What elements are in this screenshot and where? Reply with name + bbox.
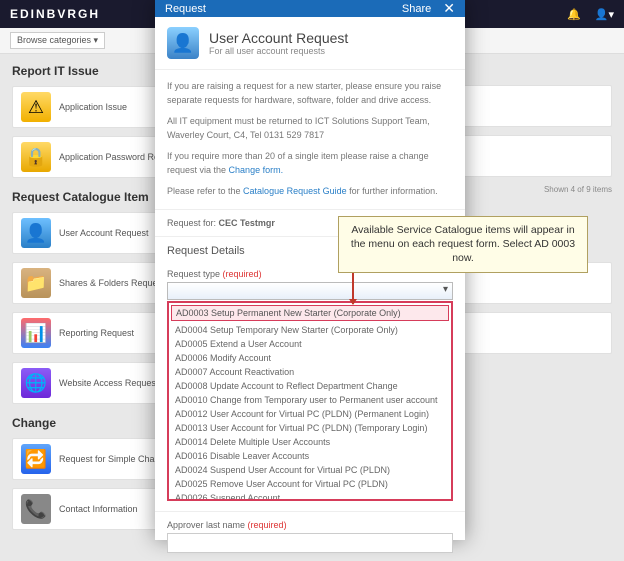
browse-categories-button[interactable]: Browse categories ▾	[10, 32, 105, 49]
share-button[interactable]: Share	[402, 3, 431, 15]
dropdown-option[interactable]: AD0010 Change from Temporary user to Per…	[169, 393, 451, 407]
phone-icon: 📞	[21, 494, 51, 524]
approver-label: Approver last name (required)	[167, 520, 453, 530]
change-form-link[interactable]: Change form.	[229, 165, 284, 175]
logo: EDINBVRGH	[10, 7, 100, 21]
dropdown-option[interactable]: AD0025 Remove User Account for Virtual P…	[169, 477, 451, 491]
globe-icon: 🌐	[21, 368, 51, 398]
user-avatar-icon: 👤	[167, 27, 199, 59]
tutorial-callout: Available Service Catalogue items will a…	[338, 216, 588, 273]
request-type-dropdown[interactable]: AD0003 Setup Permanent New Starter (Corp…	[167, 301, 453, 501]
folder-icon: 📁	[21, 268, 51, 298]
chart-icon: 📊	[21, 318, 51, 348]
user-icon: 👤	[21, 218, 51, 248]
dropdown-option[interactable]: AD0007 Account Reactivation	[169, 365, 451, 379]
modal-subtitle: For all user account requests	[209, 46, 348, 56]
request-type-select[interactable]	[167, 282, 453, 300]
lock-icon: 🔒	[21, 142, 51, 172]
modal-description: If you are raising a request for a new s…	[155, 70, 465, 210]
dropdown-option[interactable]: AD0016 Disable Leaver Accounts	[169, 449, 451, 463]
avatar-icon[interactable]: 👤▾	[595, 8, 614, 21]
bell-icon[interactable]: 🔔	[567, 8, 581, 21]
dropdown-option[interactable]: AD0008 Update Account to Reflect Departm…	[169, 379, 451, 393]
dropdown-option[interactable]: AD0026 Suspend Account	[169, 491, 451, 501]
change-icon: 🔁	[21, 444, 51, 474]
callout-arrow-icon	[352, 272, 354, 304]
warning-icon: ⚠	[21, 92, 51, 122]
approver-input[interactable]	[167, 533, 453, 553]
dropdown-option-ad0003[interactable]: AD0003 Setup Permanent New Starter (Corp…	[171, 305, 449, 321]
close-icon[interactable]: ✕	[443, 0, 455, 17]
dropdown-option[interactable]: AD0024 Suspend User Account for Virtual …	[169, 463, 451, 477]
modal-header: Request Share ✕	[155, 0, 465, 17]
modal-title: User Account Request	[209, 30, 348, 46]
dropdown-option[interactable]: AD0012 User Account for Virtual PC (PLDN…	[169, 407, 451, 421]
catalogue-guide-link[interactable]: Catalogue Request Guide	[243, 186, 347, 196]
dropdown-option[interactable]: AD0013 User Account for Virtual PC (PLDN…	[169, 421, 451, 435]
dropdown-option[interactable]: AD0005 Extend a User Account	[169, 337, 451, 351]
dropdown-option[interactable]: AD0006 Modify Account	[169, 351, 451, 365]
dropdown-option[interactable]: AD0014 Delete Multiple User Accounts	[169, 435, 451, 449]
dropdown-option[interactable]: AD0004 Setup Temporary New Starter (Corp…	[169, 323, 451, 337]
modal-header-title: Request	[165, 3, 206, 15]
